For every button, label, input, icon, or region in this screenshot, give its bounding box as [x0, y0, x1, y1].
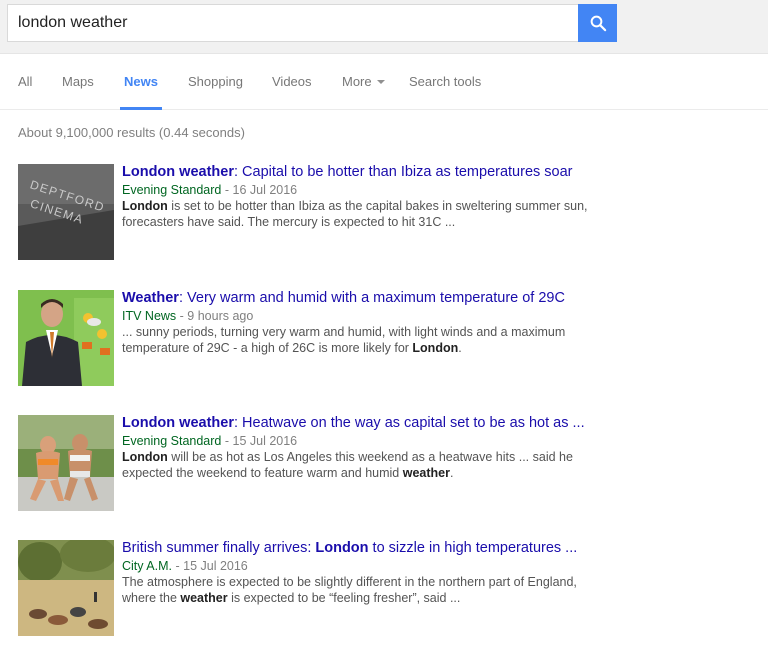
result-title-link[interactable]: London weather: Capital to be hotter tha… [122, 164, 602, 181]
title-text: : Heatwave on the way as capital set to … [233, 415, 585, 431]
snippet-highlight: London [412, 341, 459, 355]
snippet-highlight: weather [402, 466, 450, 480]
result-source: ITV News [122, 309, 177, 323]
result-thumbnail[interactable] [18, 540, 114, 636]
result-source: Evening Standard [122, 434, 222, 448]
result-source: City A.M. [122, 559, 173, 573]
result-meta: ITV News - 9 hours ago [122, 308, 602, 324]
search-box[interactable] [7, 4, 579, 42]
result-snippet: ... sunny periods, turning very warm and… [122, 324, 602, 356]
snippet-text: will be as hot as Los Angeles this weeke… [122, 450, 573, 480]
result-meta: Evening Standard - 16 Jul 2016 [122, 182, 602, 198]
tab-more[interactable]: More [342, 54, 385, 110]
title-text: British summer finally arrives: [122, 540, 316, 556]
title-text: : Very warm and humid with a maximum tem… [178, 290, 565, 306]
result-snippet: The atmosphere is expected to be slightl… [122, 574, 602, 606]
tab-all[interactable]: All [18, 54, 32, 110]
title-highlight: London weather [122, 164, 234, 180]
result-title-link[interactable]: London weather: Heatwave on the way as c… [122, 415, 602, 432]
news-result: British summer finally arrives: London t… [18, 540, 758, 640]
result-title-link[interactable]: Weather: Very warm and humid with a maxi… [122, 290, 602, 307]
result-date: - 15 Jul 2016 [172, 559, 248, 573]
result-date: - 9 hours ago [176, 309, 254, 323]
snippet-text: is set to be hotter than Ibiza as the ca… [122, 199, 588, 229]
result-thumbnail[interactable] [18, 290, 114, 386]
news-result: London weather: Heatwave on the way as c… [18, 415, 758, 515]
caret-down-icon [376, 79, 385, 84]
tab-search-tools[interactable]: Search tools [409, 54, 481, 110]
snippet-text: is expected to be “feeling fresher”, sai… [227, 591, 461, 605]
tab-news[interactable]: News [120, 54, 162, 110]
title-text: to sizzle in high temperatures ... [368, 540, 578, 556]
result-thumbnail[interactable]: DEPTFORD CINEMA [18, 164, 114, 260]
news-result: DEPTFORD CINEMA London weather: Capital … [18, 164, 758, 264]
snippet-text: . [449, 466, 454, 480]
snippet-text: ... sunny periods, turning very warm and… [122, 325, 566, 355]
title-highlight: London [315, 540, 369, 556]
news-result: Weather: Very warm and humid with a maxi… [18, 290, 758, 390]
result-thumbnail[interactable] [18, 415, 114, 511]
result-date: - 16 Jul 2016 [221, 183, 298, 197]
snippet-highlight: London [122, 199, 168, 213]
snippet-highlight: weather [180, 591, 228, 605]
title-highlight: London weather [122, 415, 234, 431]
search-header [0, 0, 768, 54]
tab-videos[interactable]: Videos [272, 54, 312, 110]
result-date: - 15 Jul 2016 [221, 434, 298, 448]
title-text: : Capital to be hotter than Ibiza as tem… [233, 164, 573, 180]
tab-more-label: More [342, 74, 372, 89]
snippet-text: . [458, 341, 462, 355]
search-button[interactable] [578, 4, 617, 42]
result-meta: City A.M. - 15 Jul 2016 [122, 558, 602, 574]
result-title-link[interactable]: British summer finally arrives: London t… [122, 540, 602, 557]
search-input[interactable] [8, 5, 579, 41]
tab-shopping[interactable]: Shopping [188, 54, 243, 110]
search-icon [590, 15, 606, 32]
result-snippet: London will be as hot as Los Angeles thi… [122, 449, 602, 481]
result-stats: About 9,100,000 results (0.44 seconds) [18, 125, 245, 140]
result-meta: Evening Standard - 15 Jul 2016 [122, 433, 602, 449]
tab-maps[interactable]: Maps [62, 54, 94, 110]
result-source: Evening Standard [122, 183, 222, 197]
snippet-highlight: London [122, 450, 168, 464]
result-snippet: London is set to be hotter than Ibiza as… [122, 198, 602, 230]
title-highlight: Weather [122, 290, 179, 306]
search-tabs: All Maps News Shopping Videos More Searc… [0, 54, 768, 110]
